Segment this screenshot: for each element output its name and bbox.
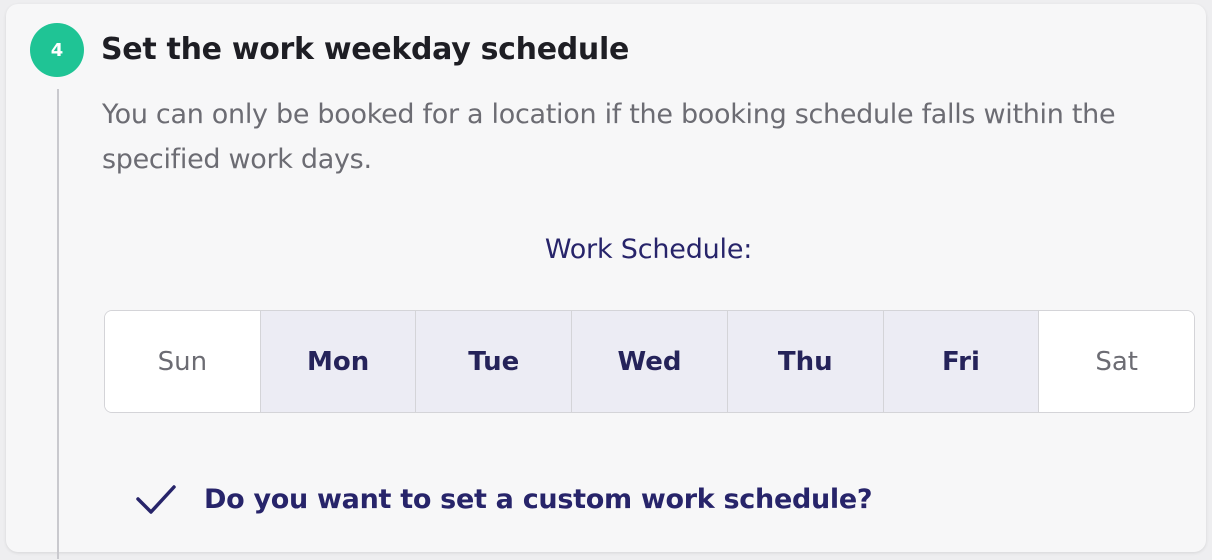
work-schedule-label: Work Schedule:	[544, 234, 753, 265]
checkmark-icon[interactable]	[134, 482, 178, 516]
weekday-selector: Sun Mon Tue Wed Thu Fri Sat	[104, 310, 1195, 413]
day-toggle-wed[interactable]: Wed	[571, 311, 727, 412]
day-toggle-mon[interactable]: Mon	[259, 311, 416, 412]
step-card: 4 Set the work weekday schedule You can …	[6, 4, 1206, 559]
step-number: 4	[50, 39, 64, 61]
custom-schedule-question[interactable]: Do you want to set a custom work schedul…	[204, 484, 873, 515]
custom-schedule-toggle[interactable]: Do you want to set a custom work schedul…	[134, 482, 873, 516]
step-rail-divider	[57, 89, 59, 559]
day-toggle-sat[interactable]: Sat	[1038, 311, 1194, 412]
day-toggle-tue[interactable]: Tue	[415, 311, 572, 412]
step-number-badge: 4	[30, 23, 84, 77]
day-toggle-thu[interactable]: Thu	[726, 311, 883, 412]
day-toggle-fri[interactable]: Fri	[882, 311, 1039, 412]
step-title: Set the work weekday schedule	[101, 32, 630, 67]
day-toggle-sun[interactable]: Sun	[105, 311, 260, 412]
step-description: You can only be booked for a location if…	[102, 99, 1116, 175]
